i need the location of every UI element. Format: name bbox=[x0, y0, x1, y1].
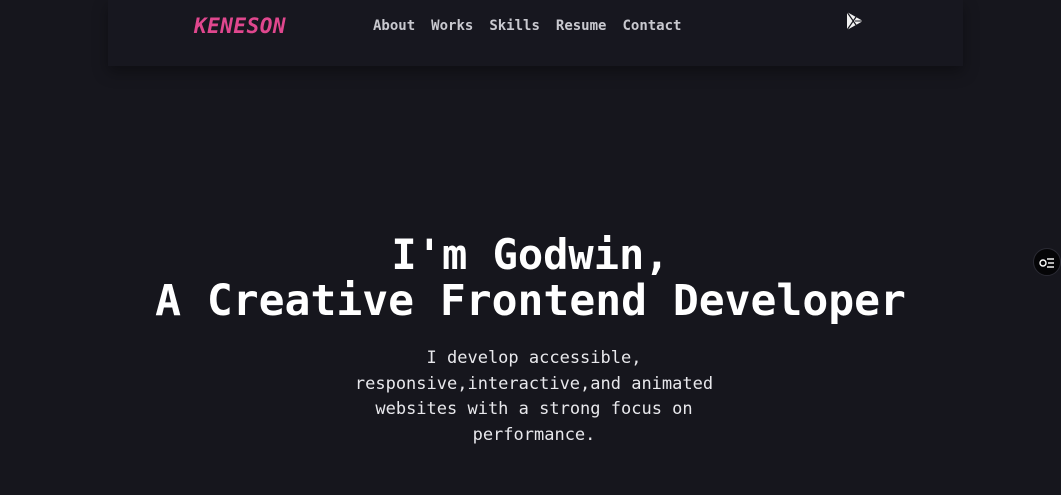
nav-item-resume[interactable]: Resume bbox=[556, 16, 607, 36]
nav-item-works[interactable]: Works bbox=[431, 16, 473, 36]
hero-subtitle: I develop accessible, responsive,interac… bbox=[354, 348, 714, 445]
logo[interactable]: KENESON bbox=[194, 14, 286, 38]
settings-toggle-icon bbox=[1039, 258, 1054, 268]
play-store-icon[interactable] bbox=[846, 11, 864, 31]
hero-title: I'm Godwin, A Creative Frontend Develope… bbox=[0, 230, 1061, 326]
page: KENESON About Works Skills Resume Contac… bbox=[0, 0, 1061, 495]
hero-title-line1: I'm Godwin, bbox=[391, 230, 670, 279]
nav-item-skills[interactable]: Skills bbox=[489, 16, 540, 36]
hero-title-line2: A Creative Frontend Developer bbox=[155, 276, 906, 326]
nav-item-about[interactable]: About bbox=[373, 16, 415, 36]
nav-item-contact[interactable]: Contact bbox=[622, 16, 681, 36]
settings-toggle-button[interactable] bbox=[1033, 248, 1061, 276]
main-nav: About Works Skills Resume Contact bbox=[373, 16, 707, 36]
